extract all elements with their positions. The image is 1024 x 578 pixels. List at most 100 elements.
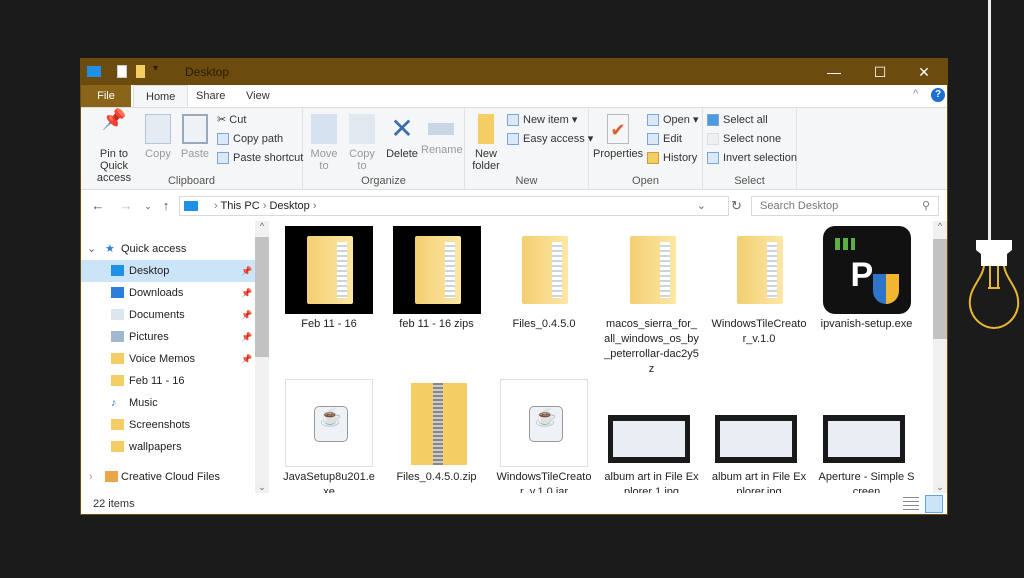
nav-quick-access[interactable]: ⌄ ★ Quick access — [81, 238, 256, 260]
search-input[interactable]: Search Desktop ⚲ — [751, 196, 939, 216]
nav-item[interactable]: Documents 📌 — [81, 304, 256, 326]
new-item-icon — [507, 114, 519, 127]
file-item[interactable]: Files_0.4.5.0 — [492, 226, 596, 332]
organize-label: Organize — [361, 175, 406, 187]
file-item[interactable]: ☕ JavaSetup8u201.exe — [277, 379, 381, 493]
file-name: Files_0.4.5.0.zip — [396, 471, 477, 483]
content-scrollbar[interactable]: ^ ⌄ — [933, 221, 947, 493]
navigation-pane: ⌄ ★ Quick access Desktop 📌 Downloads 📌 Documen… — [81, 221, 269, 493]
breadcrumb-desktop[interactable]: Desktop — [269, 200, 309, 212]
file-list: Feb 11 - 16 feb 11 - 16 zips Files_0.4.5.0… — [269, 221, 933, 493]
organize-group: Move to Copy to ✕ Delete Rename Organize — [303, 108, 465, 190]
file-item[interactable]: feb 11 - 16 zips — [385, 226, 489, 332]
image-thumbnail-icon — [822, 379, 911, 467]
forward-button[interactable]: → — [117, 197, 135, 215]
address-bar[interactable]: › This PC › Desktop › ⌄ — [179, 196, 729, 216]
recent-locations-button[interactable]: ⌄ — [139, 197, 157, 215]
nav-item[interactable]: Screenshots — [81, 414, 256, 436]
nav-item[interactable]: wallpapers — [81, 436, 256, 458]
breadcrumb-this-pc[interactable]: This PC — [221, 200, 260, 212]
file-item[interactable]: WindowsTileCreator_v.1.0 — [707, 226, 811, 347]
open-icon — [647, 114, 659, 127]
title-bar[interactable]: ▾ Desktop — ☐ ✕ — [81, 59, 947, 85]
delete-x-icon: ✕ — [390, 113, 414, 144]
delete-button[interactable]: ✕ Delete — [385, 110, 419, 161]
open-button[interactable]: Open ▾ — [647, 111, 699, 130]
invert-selection-button[interactable]: Invert selection — [707, 149, 797, 168]
paste-icon — [182, 114, 208, 144]
file-item[interactable]: Feb 11 - 16 — [277, 226, 381, 332]
file-item[interactable]: Pipvanish-setup.exe — [815, 226, 919, 332]
address-dropdown-icon[interactable]: ⌄ — [697, 197, 706, 215]
select-all-button[interactable]: Select all — [707, 111, 768, 130]
ribbon-tabs: File Home Share View ^ ? — [81, 85, 947, 107]
tab-view[interactable]: View — [234, 85, 282, 107]
new-folder-quick-icon[interactable] — [136, 65, 145, 78]
clipboard-label: Clipboard — [167, 175, 216, 187]
pictures-icon — [111, 331, 124, 342]
close-button[interactable]: ✕ — [901, 59, 947, 85]
nav-item[interactable]: Feb 11 - 16 — [81, 370, 256, 392]
open-group: ✔ Properties Open ▾ Edit History Open — [589, 108, 703, 190]
back-button[interactable]: ← — [89, 197, 107, 215]
tab-file[interactable]: File — [81, 85, 131, 107]
folder-icon — [111, 375, 124, 386]
copy-to-button[interactable]: Copy to — [345, 110, 379, 172]
folder-icon — [500, 226, 588, 314]
select-group: Select all Select none Invert selection … — [703, 108, 797, 190]
file-item[interactable]: ☕ WindowsTileCreator_v.1.0.jar — [492, 379, 596, 493]
folder-icon — [608, 226, 696, 314]
this-pc-icon — [184, 201, 198, 211]
properties-button[interactable]: ✔ Properties — [593, 110, 643, 160]
nav-item[interactable]: ♪ Music — [81, 392, 256, 414]
pin-icon: 📌 — [241, 332, 253, 342]
nav-item[interactable]: Desktop 📌 — [81, 260, 256, 282]
java-installer-icon: ☕ — [500, 379, 588, 467]
pin-quick-access-button[interactable]: 📌 Pin to Quick access — [85, 110, 143, 184]
nav-item[interactable]: Downloads 📌 — [81, 282, 256, 304]
file-item[interactable]: macos_sierra_for_all_windows_os_by_peter… — [600, 226, 704, 377]
easy-access-button[interactable]: Easy access ▾ — [507, 130, 593, 149]
collapse-ribbon-icon[interactable]: ^ — [913, 88, 918, 100]
new-folder-button[interactable]: New folder — [469, 110, 503, 172]
file-item[interactable]: album art in File Explorer 1.jpg — [600, 379, 704, 493]
nav-scrollbar[interactable]: ^ ⌄ — [255, 221, 269, 493]
file-item[interactable]: Files_0.4.5.0.zip — [385, 379, 489, 485]
maximize-button[interactable]: ☐ — [857, 59, 903, 85]
cut-button[interactable]: ✂ Cut — [217, 111, 246, 130]
tab-home[interactable]: Home — [133, 85, 189, 107]
properties-quick-icon[interactable] — [117, 65, 127, 78]
details-view-button[interactable] — [903, 497, 919, 511]
move-to-button[interactable]: Move to — [307, 110, 341, 172]
edit-button[interactable]: Edit — [647, 130, 682, 149]
window-title: Desktop — [185, 65, 230, 79]
tab-share[interactable]: Share — [184, 85, 237, 107]
nav-item[interactable]: Voice Memos 📌 — [81, 348, 256, 370]
file-name: ipvanish-setup.exe — [820, 318, 913, 330]
image-thumbnail-icon — [715, 379, 803, 467]
file-item[interactable]: album art in File Explorer.jpg — [707, 379, 811, 493]
history-button[interactable]: History — [647, 149, 697, 168]
paste-button[interactable]: Paste — [179, 110, 211, 160]
paste-shortcut-button[interactable]: Paste shortcut — [217, 149, 303, 168]
pin-icon: 📌 — [241, 310, 253, 320]
select-none-button[interactable]: Select none — [707, 130, 781, 149]
large-icons-view-button[interactable] — [925, 495, 943, 513]
refresh-button[interactable]: ↻ — [731, 198, 742, 214]
rename-button[interactable]: Rename — [421, 110, 463, 156]
nav-item[interactable]: Pictures 📌 — [81, 326, 256, 348]
search-icon: ⚲ — [921, 200, 930, 212]
new-item-button[interactable]: New item ▾ — [507, 111, 577, 130]
file-item[interactable]: Aperture - Simple Screen — [815, 379, 919, 493]
new-group: New folder New item ▾ Easy access ▾ New — [465, 108, 593, 190]
pin-icon: 📌 — [101, 109, 127, 131]
help-icon[interactable]: ? — [931, 88, 945, 102]
nav-creative-cloud-files[interactable]: › Creative Cloud Files — [81, 466, 256, 488]
select-all-icon — [707, 114, 719, 127]
up-button[interactable]: ↑ — [157, 197, 175, 215]
copy-path-button[interactable]: Copy path — [217, 130, 283, 149]
minimize-button[interactable]: — — [811, 59, 857, 85]
copy-button[interactable]: Copy — [143, 110, 173, 160]
folder-icon — [111, 419, 124, 430]
customize-toolbar-icon[interactable]: ▾ — [153, 63, 158, 74]
